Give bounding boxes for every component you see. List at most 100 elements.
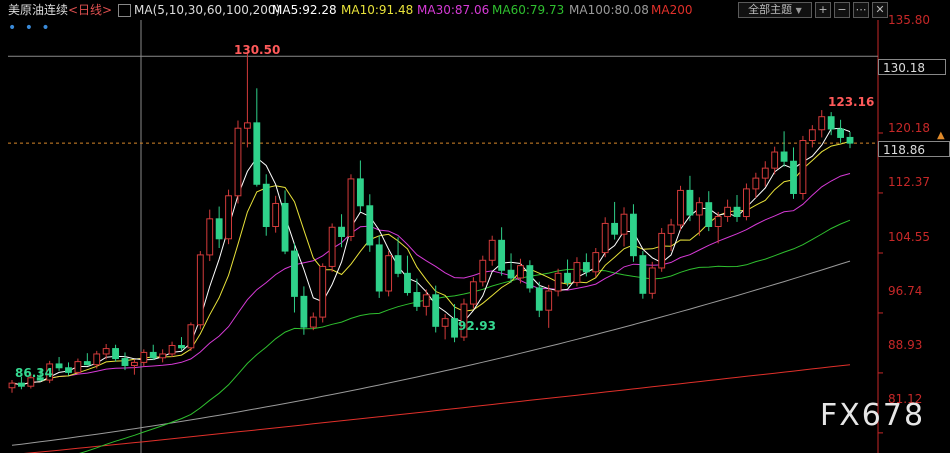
candle-body	[507, 269, 515, 279]
candle-body	[404, 272, 411, 294]
candle-body	[206, 218, 214, 256]
candle-body	[658, 232, 666, 269]
candle	[281, 190, 289, 255]
candle-body	[827, 116, 835, 130]
candle	[573, 257, 581, 287]
candle-body	[818, 116, 826, 131]
candle-body	[517, 265, 524, 279]
current-price-box: 118.86	[878, 141, 950, 157]
minus-square-icon[interactable]: −	[834, 2, 850, 18]
candle-body	[761, 167, 769, 179]
ma30-value: MA30:87.06	[417, 3, 490, 17]
candle-body	[611, 222, 619, 235]
candle	[196, 251, 204, 330]
candle	[187, 322, 195, 351]
candle	[469, 277, 477, 309]
candle	[83, 353, 91, 366]
candle	[611, 201, 619, 240]
candle	[215, 206, 223, 248]
candle-body	[262, 183, 270, 227]
y-tick-label: 135.80	[888, 13, 930, 27]
dots-menu-icon[interactable]: • • •	[8, 20, 52, 36]
candle	[159, 349, 167, 363]
candle-body	[620, 213, 628, 235]
candle	[234, 120, 242, 204]
topic-select[interactable]: 全部主题 ▼	[738, 2, 812, 18]
candle-body	[724, 206, 732, 218]
candle	[300, 286, 308, 335]
candle-body	[545, 290, 553, 311]
candle-body	[253, 122, 261, 185]
ma200-line	[23, 364, 851, 453]
candle-body	[272, 202, 280, 227]
candle-body	[667, 224, 675, 234]
symbol-label[interactable]: 美原油连续	[8, 0, 68, 20]
ma100-value: MA100:80.08	[569, 3, 649, 17]
crosshair-price-box: 130.18	[878, 59, 946, 75]
candle-body	[573, 262, 581, 284]
y-tick-label: 96.74	[888, 284, 923, 298]
candle-body	[808, 129, 816, 142]
candle-body	[8, 382, 16, 389]
candle	[743, 183, 750, 221]
period-label[interactable]: <日线>	[68, 0, 112, 20]
candle-body	[564, 272, 571, 284]
candle-body	[93, 353, 101, 366]
candle-body	[535, 287, 543, 311]
candle	[404, 255, 411, 296]
candle	[366, 194, 374, 252]
plus-square-icon[interactable]: +	[815, 2, 831, 18]
low-annotation: 86.34	[15, 366, 53, 380]
candle-body	[743, 188, 750, 218]
candle	[319, 263, 327, 323]
candle-body	[338, 226, 345, 237]
ma5-value: MA5:92.28	[272, 3, 337, 17]
y-tick-label: 104.55	[888, 230, 930, 244]
candle	[74, 358, 82, 375]
candle	[328, 223, 336, 272]
more-icon[interactable]: ⋯	[853, 2, 869, 18]
candle-body	[309, 316, 317, 328]
candle-body	[469, 281, 477, 305]
candle-body	[601, 222, 609, 254]
candle	[808, 125, 816, 148]
ma100-line	[11, 260, 851, 446]
candle-body	[159, 353, 167, 359]
candle-body	[771, 151, 779, 169]
candle-body	[441, 318, 449, 327]
candle	[356, 160, 364, 212]
candle-body	[196, 254, 204, 326]
candle	[206, 209, 214, 262]
candle	[140, 349, 148, 367]
candle	[780, 131, 788, 167]
candle	[846, 132, 854, 149]
candle	[752, 172, 760, 199]
candle	[243, 53, 251, 148]
candle-body	[140, 351, 148, 363]
candle-body	[479, 259, 487, 283]
candle-body	[686, 189, 694, 216]
candle-body	[187, 324, 195, 349]
candle	[441, 314, 449, 340]
ma5-line	[11, 127, 851, 386]
candle	[582, 253, 590, 277]
candle	[309, 312, 317, 331]
candle-body	[422, 294, 430, 307]
settings-icon[interactable]	[118, 4, 131, 17]
candle-body	[554, 272, 562, 292]
candle	[225, 189, 232, 245]
candle	[686, 175, 694, 222]
candle-body	[243, 122, 251, 129]
candle	[526, 260, 534, 293]
ma-params[interactable]: MA(5,10,30,60,100,200)	[134, 0, 280, 20]
candle-body	[498, 239, 506, 271]
candle	[620, 207, 628, 247]
candle-body	[648, 267, 656, 294]
ma30-line	[11, 173, 851, 386]
candlestick-chart[interactable]	[0, 0, 950, 453]
candle	[677, 185, 684, 231]
candle	[601, 217, 609, 258]
ma60-value: MA60:79.73	[492, 3, 565, 17]
candle-body	[714, 216, 722, 228]
candle-body	[83, 361, 91, 366]
